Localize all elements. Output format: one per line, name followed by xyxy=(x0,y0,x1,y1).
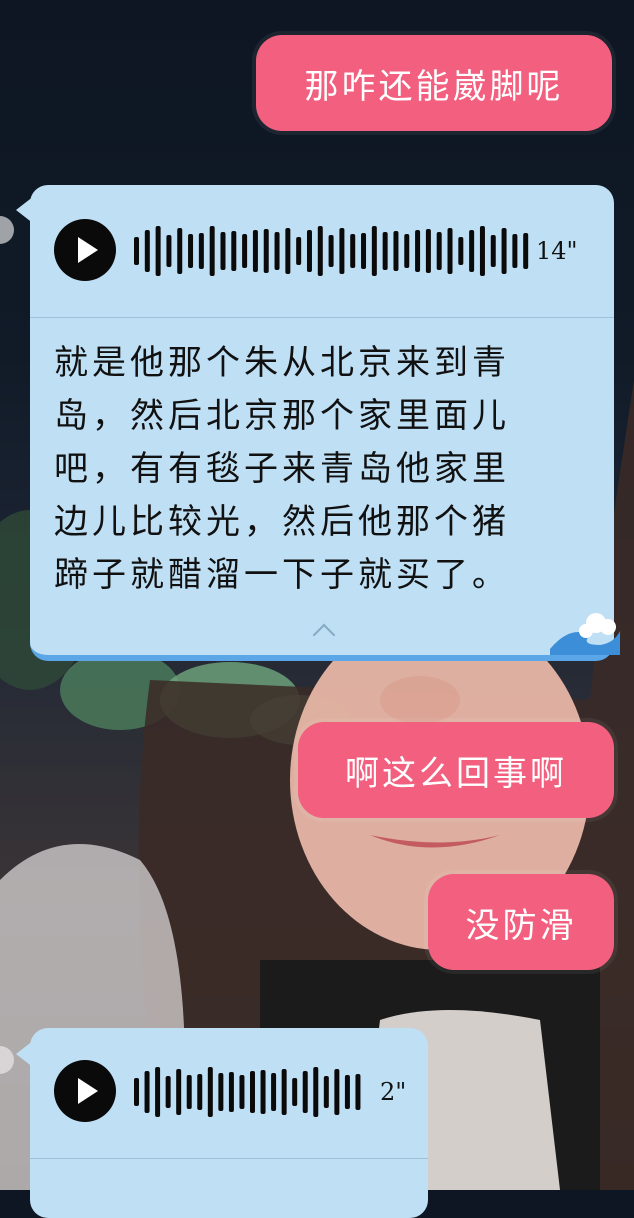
waveform-icon xyxy=(134,226,529,276)
voice-message-bubble[interactable]: 14" 就是他那个朱从北京来到青 岛，然后北京那个家里面儿 吧，有有毯子来青岛他… xyxy=(30,185,620,661)
message-bubble-outgoing[interactable]: 没防滑 xyxy=(428,874,614,970)
voice-transcript: 就是他那个朱从北京来到青 岛，然后北京那个家里面儿 吧，有有毯子来青岛他家里 边… xyxy=(54,343,510,595)
wave-sticker-icon xyxy=(550,613,620,655)
message-bubble-outgoing[interactable]: 那咋还能崴脚呢 xyxy=(256,35,612,131)
chevron-up-icon[interactable] xyxy=(312,623,336,647)
message-bubble-outgoing[interactable]: 啊这么回事啊 xyxy=(298,722,614,818)
divider xyxy=(30,1158,428,1159)
divider xyxy=(30,317,614,318)
play-icon[interactable] xyxy=(54,1060,116,1122)
message-text: 啊这么回事啊 xyxy=(345,753,567,794)
play-icon[interactable] xyxy=(54,219,116,281)
message-text: 没防滑 xyxy=(465,905,577,946)
voice-duration: 14" xyxy=(536,237,578,265)
voice-duration: 2" xyxy=(380,1078,407,1106)
waveform-icon xyxy=(134,1067,361,1117)
message-text: 那咋还能崴脚呢 xyxy=(304,66,564,107)
